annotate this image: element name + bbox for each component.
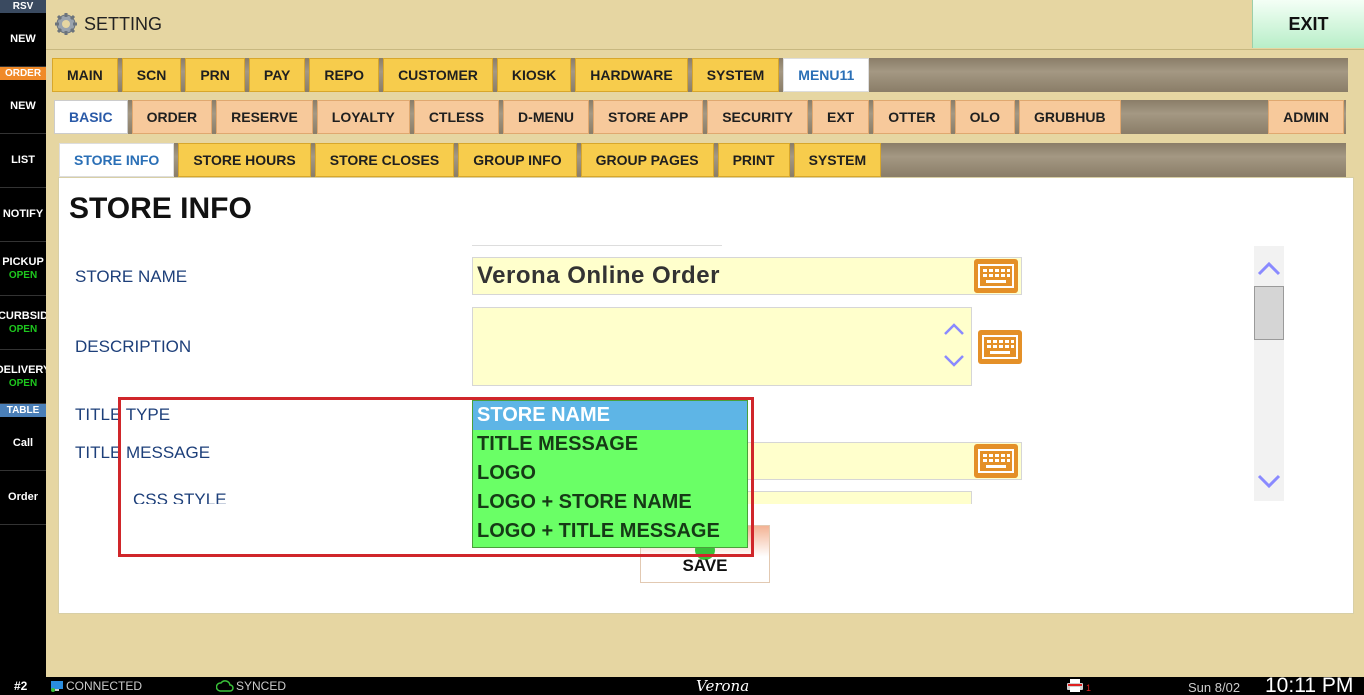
- tab-main-menu11[interactable]: MENU11: [783, 58, 870, 92]
- tab-main-main[interactable]: MAIN: [52, 58, 118, 92]
- new-order-label: NEW: [10, 100, 36, 112]
- tab-main-customer[interactable]: CUSTOMER: [383, 58, 493, 92]
- main-tab-row: MAIN SCN PRN PAY REPO CUSTOMER KIOSK HARDWARE SY…: [52, 58, 1348, 92]
- page-header-title: SETTING: [84, 14, 163, 34]
- curbside-button[interactable]: CURBSID OPEN: [0, 296, 46, 350]
- printer-icon[interactable]: [1066, 678, 1084, 693]
- list-button[interactable]: LIST: [0, 134, 46, 188]
- tab-sub-ctless[interactable]: CTLESS: [413, 100, 500, 134]
- gear-icon: [55, 13, 77, 35]
- pickup-button[interactable]: PICKUP OPEN: [0, 242, 46, 296]
- curbside-status: OPEN: [8, 323, 38, 335]
- notify-button[interactable]: NOTIFY: [0, 188, 46, 242]
- delivery-status: OPEN: [8, 377, 38, 389]
- tab-sub-security[interactable]: SECURITY: [707, 100, 808, 134]
- tab-sub-d-menu[interactable]: D-MENU: [503, 100, 590, 134]
- top-bar: SETTING EXIT: [46, 0, 1364, 50]
- curbside-label: CURBSID: [0, 309, 46, 322]
- dropdown-option-logo[interactable]: LOGO: [473, 459, 747, 488]
- chevron-down-icon[interactable]: [943, 354, 965, 368]
- store-name-label: STORE NAME: [75, 267, 188, 286]
- description-label: DESCRIPTION: [75, 337, 192, 356]
- tab-section-system[interactable]: SYSTEM: [793, 143, 882, 177]
- tab-main-system[interactable]: SYSTEM: [691, 58, 780, 92]
- station-number: #2: [14, 679, 28, 693]
- tab-section-store-hours[interactable]: STORE HOURS: [178, 143, 311, 177]
- save-label: SAVE: [682, 556, 728, 575]
- pickup-status: OPEN: [8, 269, 38, 281]
- list-label: LIST: [11, 154, 35, 166]
- chevron-up-icon[interactable]: [943, 322, 965, 336]
- call-button[interactable]: Call: [0, 417, 46, 471]
- tab-main-prn[interactable]: PRN: [185, 58, 245, 92]
- tab-main-hardware[interactable]: HARDWARE: [575, 58, 688, 92]
- tab-main-pay[interactable]: PAY: [248, 58, 306, 92]
- tab-admin[interactable]: ADMIN: [1268, 100, 1344, 134]
- pickup-label: PICKUP: [2, 255, 44, 268]
- table-header: TABLE: [0, 404, 46, 417]
- new-order-button[interactable]: NEW: [0, 80, 46, 134]
- dropdown-option-title-message[interactable]: TITLE MESSAGE: [473, 430, 747, 459]
- cloud-icon: [216, 680, 234, 692]
- store-name-field[interactable]: Verona Online Order: [472, 257, 1022, 295]
- notify-label: NOTIFY: [2, 208, 44, 220]
- status-time: 10:11 PM: [1265, 674, 1354, 695]
- scrollbar-thumb[interactable]: [1254, 286, 1284, 340]
- page-title: STORE INFO: [69, 192, 252, 225]
- exit-button[interactable]: EXIT: [1252, 0, 1364, 48]
- sync-status: SYNCED: [236, 679, 287, 693]
- sub-tab-row: BASIC ORDER RESERVE LOYALTY CTLESS D-MENU STOR…: [54, 100, 1346, 134]
- tab-sub-loyalty[interactable]: LOYALTY: [316, 100, 410, 134]
- divider: [472, 245, 722, 246]
- new-reservation-button[interactable]: NEW: [0, 13, 46, 67]
- new-reservation-label: NEW: [10, 33, 36, 45]
- left-sidebar: RSV NEW ORDER NEW LIST NOTIFY PICKUP OPE…: [0, 0, 46, 677]
- scroll-down-icon[interactable]: [1254, 470, 1284, 494]
- title-message-keyboard-icon[interactable]: [974, 444, 1018, 478]
- tab-sub-basic[interactable]: BASIC: [54, 100, 128, 134]
- delivery-button[interactable]: DELIVERY OPEN: [0, 350, 46, 404]
- rsv-header: RSV: [0, 0, 46, 13]
- title-type-dropdown[interactable]: STORE NAME TITLE MESSAGE LOGO LOGO + STORE …: [472, 400, 748, 548]
- delivery-label: DELIVERY: [0, 363, 46, 376]
- order-button[interactable]: Order: [0, 471, 46, 525]
- dropdown-option-logo-title-message[interactable]: LOGO + TITLE MESSAGE: [473, 517, 747, 546]
- dropdown-option-store-name[interactable]: STORE NAME: [473, 401, 747, 430]
- css-style-field[interactable]: [740, 491, 972, 504]
- order-header: ORDER: [0, 67, 46, 80]
- scrollbar-track[interactable]: [1254, 246, 1284, 501]
- tab-main-kiosk[interactable]: KIOSK: [496, 58, 572, 92]
- tab-sub-olo[interactable]: OLO: [954, 100, 1016, 134]
- tab-sub-store-app[interactable]: STORE APP: [593, 100, 704, 134]
- description-field[interactable]: [472, 307, 972, 386]
- tab-main-repo[interactable]: REPO: [309, 58, 380, 92]
- network-icon: [51, 681, 63, 692]
- description-keyboard-icon[interactable]: [978, 330, 1022, 364]
- order-label: Order: [8, 491, 38, 503]
- status-date: Sun 8/02: [1188, 680, 1241, 695]
- store-name-keyboard-icon[interactable]: [974, 259, 1018, 293]
- tab-sub-otter[interactable]: OTTER: [873, 100, 951, 134]
- tab-sub-order[interactable]: ORDER: [131, 100, 213, 134]
- call-label: Call: [12, 437, 34, 449]
- connection-status: CONNECTED: [66, 679, 143, 693]
- status-bar: #2 CONNECTED SYNCED Verona 1 Sun 8/02 10…: [0, 674, 1364, 695]
- tab-sub-reserve[interactable]: RESERVE: [216, 100, 313, 134]
- tab-section-group-info[interactable]: GROUP INFO: [458, 143, 577, 177]
- tab-section-store-info[interactable]: STORE INFO: [59, 143, 175, 177]
- tab-sub-grubhub[interactable]: GRUBHUB: [1019, 100, 1121, 134]
- store-name-value: Verona Online Order: [477, 262, 720, 289]
- section-tab-row: STORE INFO STORE HOURS STORE CLOSES GROUP I…: [59, 143, 1346, 177]
- tab-section-group-pages[interactable]: GROUP PAGES: [580, 143, 714, 177]
- tab-section-print[interactable]: PRINT: [717, 143, 790, 177]
- tab-section-store-closes[interactable]: STORE CLOSES: [314, 143, 455, 177]
- scroll-up-icon[interactable]: [1254, 256, 1284, 280]
- brand-logo: Verona: [696, 677, 750, 695]
- printer-alert-count: 1: [1086, 683, 1092, 693]
- tab-main-scn[interactable]: SCN: [121, 58, 182, 92]
- tab-sub-ext[interactable]: EXT: [811, 100, 870, 134]
- dropdown-option-logo-store-name[interactable]: LOGO + STORE NAME: [473, 488, 747, 517]
